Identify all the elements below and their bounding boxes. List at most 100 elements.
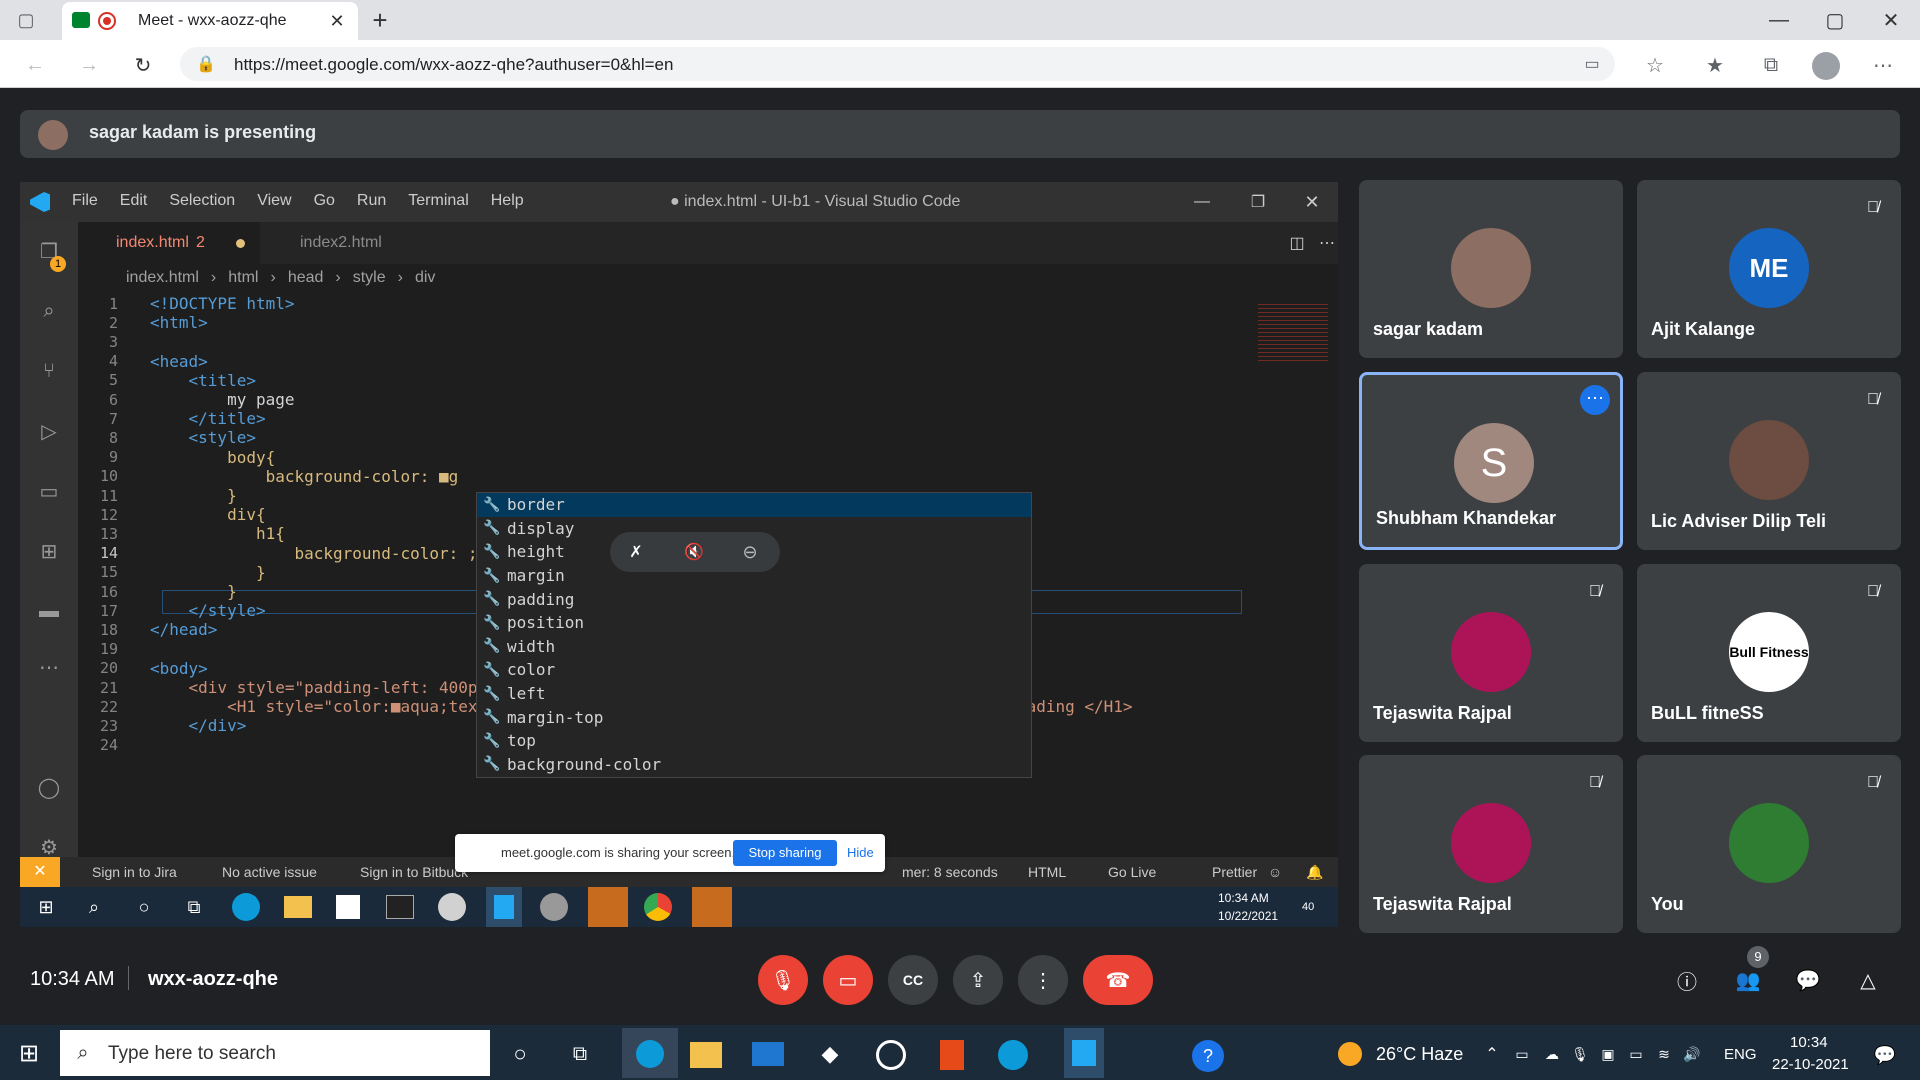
accounts-icon[interactable]: ◯ bbox=[34, 772, 64, 802]
new-tab-icon[interactable]: + bbox=[366, 5, 394, 35]
more-views-icon[interactable]: ⋯ bbox=[34, 652, 64, 682]
minimap[interactable] bbox=[1258, 304, 1328, 364]
vscode-menu-selection[interactable]: Selection bbox=[169, 192, 235, 210]
help-icon[interactable]: ? bbox=[1192, 1040, 1224, 1072]
search-icon[interactable]: ⌕ bbox=[34, 296, 64, 326]
leave-call-icon[interactable]: ☎ bbox=[1083, 955, 1153, 1005]
wifi-icon[interactable]: ≋ bbox=[1652, 1042, 1676, 1066]
suggestion-item[interactable]: 🔧 border bbox=[477, 493, 1031, 517]
close-tab-icon[interactable]: ✕ bbox=[324, 8, 350, 34]
notifications-bell-icon[interactable]: 🔔 bbox=[1304, 861, 1326, 883]
mute-speaker-icon[interactable]: 🔇 bbox=[682, 540, 706, 564]
vscode-minimize-icon[interactable]: — bbox=[1190, 190, 1214, 214]
volume-icon[interactable]: 🔊 bbox=[1680, 1042, 1704, 1066]
status-prettier[interactable]: Prettier bbox=[1212, 864, 1257, 880]
url-text[interactable]: https://meet.google.com/wxx-aozz-qhe?aut… bbox=[234, 55, 673, 75]
mic-tray-icon[interactable]: 🎙 bbox=[1568, 1042, 1592, 1066]
more-menu-icon[interactable]: ⋯ bbox=[1868, 50, 1898, 80]
collections-icon[interactable]: ⧉ bbox=[1756, 50, 1786, 80]
remote-indicator-icon[interactable]: ✕ bbox=[20, 857, 60, 887]
stop-sharing-button[interactable]: Stop sharing bbox=[733, 840, 837, 866]
vscode-menu-view[interactable]: View bbox=[257, 192, 291, 210]
status-go-live[interactable]: Go Live bbox=[1108, 864, 1156, 880]
task-view-icon[interactable]: ⧉ bbox=[566, 1040, 594, 1068]
vscode-taskbar-icon[interactable] bbox=[1064, 1028, 1104, 1078]
show-hidden-icons-icon[interactable]: ⌃ bbox=[1480, 1042, 1504, 1066]
captions-icon[interactable]: CC bbox=[888, 955, 938, 1005]
favorite-star-icon[interactable]: ☆ bbox=[1640, 50, 1670, 80]
camera-in-use-icon[interactable]: ▭ bbox=[1580, 52, 1604, 76]
camera-off-icon[interactable]: ▭ bbox=[823, 955, 873, 1005]
omnibox[interactable]: 🔒 https://meet.google.com/wxx-aozz-qhe?a… bbox=[180, 47, 1615, 81]
weather-text[interactable]: 26°C Haze bbox=[1376, 1044, 1463, 1065]
suggestion-item[interactable]: 🔧 padding bbox=[477, 587, 1031, 611]
breadcrumb-item[interactable]: index.html bbox=[126, 269, 199, 287]
tray-meet-icon[interactable]: ▭ bbox=[1510, 1042, 1534, 1066]
feedback-icon[interactable]: ☺ bbox=[1264, 861, 1286, 883]
vscode-menu-terminal[interactable]: Terminal bbox=[408, 192, 468, 210]
breadcrumb-item[interactable]: html bbox=[228, 269, 258, 287]
minimize-icon[interactable]: — bbox=[1764, 6, 1794, 34]
present-screen-icon[interactable]: ⇪ bbox=[953, 955, 1003, 1005]
participant-tile[interactable]: S Shubham Khandekar ⋯ bbox=[1359, 372, 1623, 550]
display-tray-icon[interactable]: ▣ bbox=[1596, 1042, 1620, 1066]
remote-explorer-icon[interactable]: ▭ bbox=[34, 476, 64, 506]
vscode-close-icon[interactable]: ✕ bbox=[1300, 190, 1324, 214]
office-icon[interactable] bbox=[940, 1040, 964, 1070]
suggestion-item[interactable]: 🔧 position bbox=[477, 611, 1031, 635]
suggestion-item[interactable]: 🔧 margin-top bbox=[477, 705, 1031, 729]
editor-tab-index2[interactable]: index2.html bbox=[300, 234, 382, 252]
docker-icon[interactable]: ▬ bbox=[34, 596, 64, 626]
clock-date[interactable]: 22-10-2021 bbox=[1772, 1056, 1849, 1073]
hide-button[interactable]: Hide bbox=[847, 845, 874, 860]
run-debug-icon[interactable]: ▷ bbox=[34, 416, 64, 446]
split-editor-icon[interactable]: ◫ bbox=[1286, 232, 1308, 254]
editor-more-icon[interactable]: ⋯ bbox=[1316, 232, 1338, 254]
reload-icon[interactable]: ↻ bbox=[128, 50, 158, 80]
edge-icon[interactable] bbox=[998, 1040, 1028, 1070]
remove-icon[interactable]: ⊖ bbox=[738, 540, 762, 564]
profile-avatar[interactable] bbox=[1812, 52, 1840, 80]
participant-tile[interactable]: ME Ajit Kalange 🎙̸ bbox=[1637, 180, 1901, 358]
suggestion-item[interactable]: 🔧 color bbox=[477, 658, 1031, 682]
status-jira[interactable]: Sign in to Jira bbox=[92, 864, 177, 880]
participant-tile[interactable]: Tejaswita Rajpal 🎙̸ bbox=[1359, 564, 1623, 742]
chat-icon[interactable]: 💬 bbox=[1783, 955, 1833, 1005]
pin-icon[interactable]: ✗ bbox=[624, 540, 648, 564]
mail-icon[interactable] bbox=[752, 1042, 784, 1066]
participant-tile[interactable]: You 🎙̸ bbox=[1637, 755, 1901, 933]
participant-tile[interactable]: Bull Fitness BuLL fitneSS 🎙̸ bbox=[1637, 564, 1901, 742]
app-circle-icon[interactable] bbox=[876, 1040, 906, 1070]
microphone-off-icon[interactable]: 🎙 bbox=[758, 955, 808, 1005]
action-center-icon[interactable]: 💬 bbox=[1870, 1040, 1900, 1070]
tab-actions-icon[interactable]: ▢ bbox=[14, 8, 38, 32]
taskbar-edge-active[interactable] bbox=[622, 1028, 678, 1078]
favorites-icon[interactable]: ★ bbox=[1700, 50, 1730, 80]
maximize-icon[interactable]: ▢ bbox=[1820, 6, 1850, 34]
vscode-menu-go[interactable]: Go bbox=[314, 192, 335, 210]
status-bitbucket[interactable]: Sign in to Bitbuck bbox=[360, 864, 468, 880]
forward-icon[interactable]: → bbox=[74, 50, 104, 80]
breadcrumb-item[interactable]: head bbox=[288, 269, 324, 287]
breadcrumb-item[interactable]: div bbox=[415, 269, 435, 287]
vscode-menu-help[interactable]: Help bbox=[491, 192, 524, 210]
status-issue[interactable]: No active issue bbox=[222, 864, 317, 880]
suggestion-item[interactable]: 🔧 top bbox=[477, 729, 1031, 753]
breadcrumb-item[interactable]: style bbox=[353, 269, 386, 287]
extensions-icon[interactable]: ⊞ bbox=[34, 536, 64, 566]
vscode-menu-edit[interactable]: Edit bbox=[120, 192, 148, 210]
status-language[interactable]: HTML bbox=[1028, 864, 1066, 880]
clock-time[interactable]: 10:34 bbox=[1790, 1034, 1828, 1051]
input-language[interactable]: ENG bbox=[1724, 1046, 1757, 1063]
vscode-restore-icon[interactable]: ❐ bbox=[1246, 190, 1270, 214]
editor-tab-active[interactable]: index.html 2 bbox=[78, 222, 260, 264]
meeting-details-icon[interactable]: ⓘ bbox=[1662, 955, 1712, 1005]
start-icon[interactable]: ⊞ bbox=[14, 1038, 44, 1068]
participant-tile[interactable]: sagar kadam bbox=[1359, 180, 1623, 358]
browser-tab[interactable]: Meet - wxx-aozz-qhe ✕ bbox=[62, 2, 358, 40]
cortana-icon[interactable]: ○ bbox=[506, 1040, 534, 1068]
onedrive-icon[interactable]: ☁ bbox=[1540, 1042, 1564, 1066]
vscode-menu-file[interactable]: File bbox=[72, 192, 98, 210]
activities-icon[interactable]: △ bbox=[1843, 955, 1893, 1005]
vscode-menu-run[interactable]: Run bbox=[357, 192, 386, 210]
